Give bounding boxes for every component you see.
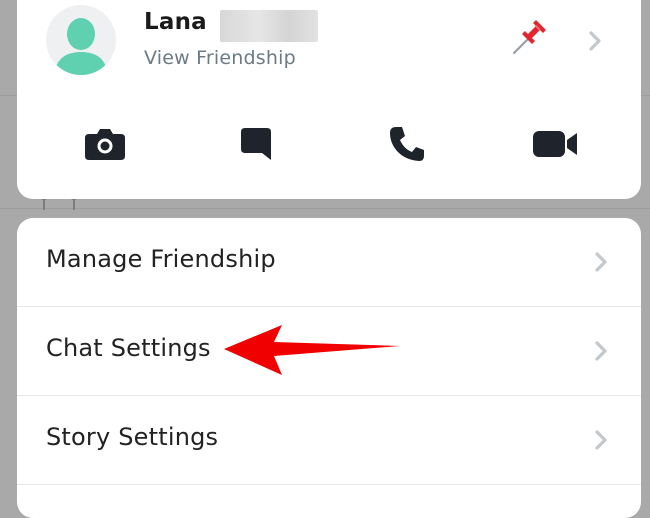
chevron-right-icon (595, 252, 607, 272)
chat-bubble-icon[interactable] (239, 124, 273, 164)
menu-item-story-settings[interactable]: Story Settings (17, 396, 641, 485)
avatar-silhouette-icon (54, 18, 108, 75)
view-friendship-link[interactable]: View Friendship (144, 47, 296, 69)
menu-item-manage-friendship[interactable]: Manage Friendship (17, 218, 641, 307)
friend-name[interactable]: Lana (144, 9, 207, 35)
camera-icon[interactable] (83, 124, 127, 164)
redacted-name-blur (220, 10, 318, 42)
quick-actions (17, 124, 641, 168)
background-divider (0, 208, 650, 209)
avatar[interactable] (46, 5, 116, 75)
video-camera-icon[interactable] (531, 124, 581, 164)
friend-card: Lana View Friendship (17, 0, 641, 199)
phone-icon[interactable] (387, 124, 427, 164)
pin-icon[interactable] (510, 19, 550, 57)
chevron-right-icon (595, 430, 607, 450)
chevron-right-icon[interactable] (588, 30, 602, 52)
menu-item-label: Manage Friendship (46, 245, 276, 273)
menu-item-label: Story Settings (46, 423, 219, 451)
chevron-right-icon (595, 341, 607, 361)
menu-item-label: Chat Settings (46, 334, 211, 362)
annotation-arrow-icon (224, 325, 400, 375)
